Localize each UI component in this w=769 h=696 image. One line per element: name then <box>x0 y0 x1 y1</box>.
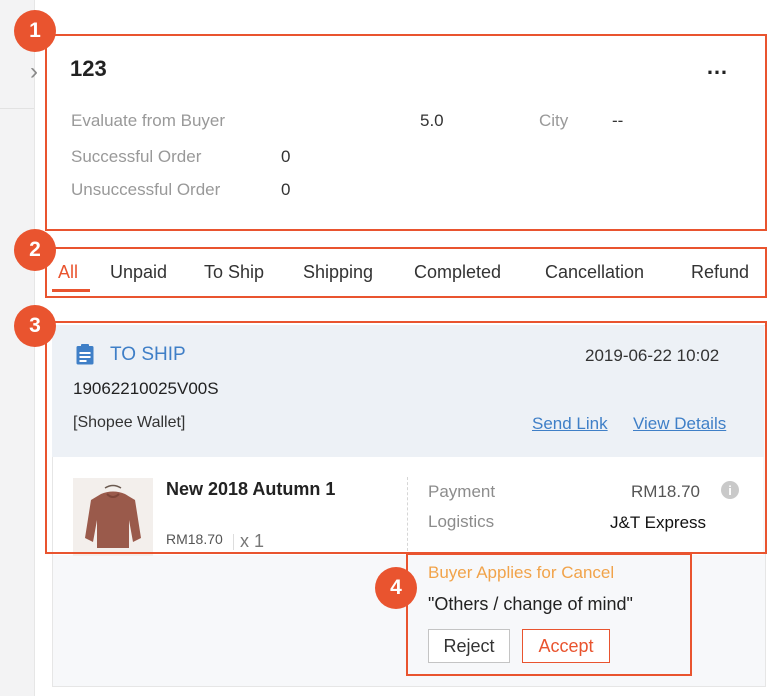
divider <box>0 108 34 109</box>
highlight-box-cancel <box>406 553 692 676</box>
annotation-badge-1: 1 <box>14 10 56 52</box>
annotation-badge-2: 2 <box>14 229 56 271</box>
highlight-box-buyer-info <box>45 34 767 231</box>
highlight-box-tabs <box>45 247 767 298</box>
highlight-box-order <box>45 321 767 554</box>
chat-list-strip <box>0 0 35 696</box>
annotation-badge-4: 4 <box>375 567 417 609</box>
annotation-badge-3: 3 <box>14 305 56 347</box>
